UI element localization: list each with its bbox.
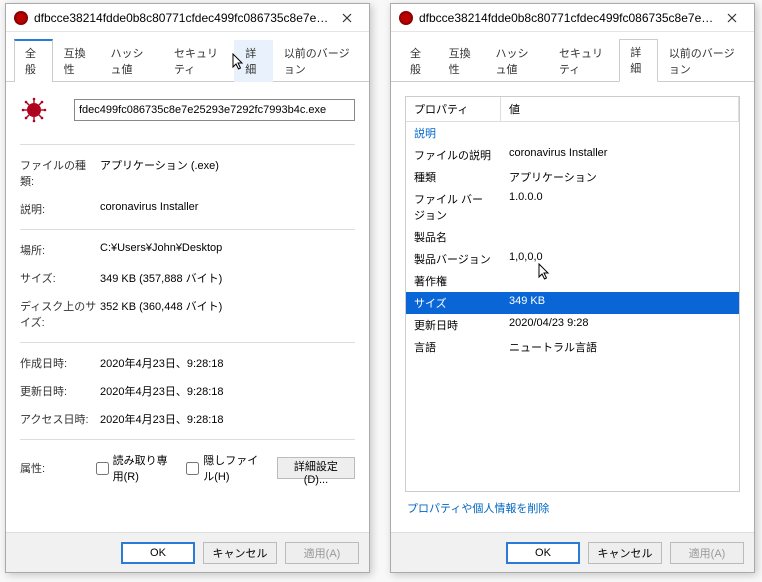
tab-general[interactable]: 全般 (14, 39, 53, 82)
value-desc: coronavirus Installer (100, 201, 355, 217)
label-created: 作成日時: (20, 355, 100, 371)
close-icon (727, 13, 737, 23)
value-created: 2020年4月23日、9:28:18 (100, 355, 355, 371)
tab-compat[interactable]: 互換性 (53, 40, 100, 82)
details-body: プロパティ 値 説明 ファイルの説明coronavirus Installer … (391, 82, 754, 532)
ok-button[interactable]: OK (121, 542, 195, 564)
row-copyright[interactable]: 著作権 (406, 270, 739, 292)
filename-input[interactable] (74, 99, 355, 121)
properties-dialog-general: dfbcce38214fdde0b8c80771cfdec499fc086735… (5, 3, 370, 573)
tab-bar: 全般 互換性 ハッシュ値 セキュリティ 詳細 以前のバージョン (6, 32, 369, 82)
properties-dialog-details: dfbcce38214fdde0b8c80771cfdec499fc086735… (390, 3, 755, 573)
close-button[interactable] (329, 6, 365, 30)
value-modified: 2020年4月23日、9:28:18 (100, 383, 355, 399)
tab-details[interactable]: 詳細 (234, 40, 273, 82)
value-size: 349 KB (357,888 バイト) (100, 270, 355, 286)
tab-general[interactable]: 全般 (399, 40, 438, 82)
apply-button[interactable]: 適用(A) (670, 542, 744, 564)
tab-hash[interactable]: ハッシュ値 (99, 40, 162, 82)
ok-button[interactable]: OK (506, 542, 580, 564)
apply-button[interactable]: 適用(A) (285, 542, 359, 564)
close-icon (342, 13, 352, 23)
tab-details[interactable]: 詳細 (619, 39, 658, 82)
tab-compat[interactable]: 互換性 (438, 40, 485, 82)
row-product[interactable]: 製品名 (406, 226, 739, 248)
window-title: dfbcce38214fdde0b8c80771cfdec499fc086735… (34, 11, 329, 25)
value-filetype: アプリケーション (.exe) (100, 157, 355, 189)
section-description: 説明 (406, 122, 739, 144)
tab-prev[interactable]: 以前のバージョン (658, 40, 746, 82)
file-type-icon (20, 96, 48, 124)
row-updated[interactable]: 更新日時2020/04/23 9:28 (406, 314, 739, 336)
window-title: dfbcce38214fdde0b8c80771cfdec499fc086735… (419, 11, 714, 25)
cancel-button[interactable]: キャンセル (203, 542, 277, 564)
label-location: 場所: (20, 242, 100, 258)
app-icon (14, 11, 28, 25)
label-desc: 説明: (20, 201, 100, 217)
dialog-footer: OK キャンセル 適用(A) (391, 532, 754, 572)
tab-bar: 全般 互換性 ハッシュ値 セキュリティ 詳細 以前のバージョン (391, 32, 754, 82)
row-lang[interactable]: 言語ニュートラル言語 (406, 336, 739, 358)
tab-hash[interactable]: ハッシュ値 (484, 40, 547, 82)
details-grid[interactable]: プロパティ 値 説明 ファイルの説明coronavirus Installer … (405, 96, 740, 492)
general-body: ファイルの種類:アプリケーション (.exe) 説明:coronavirus I… (6, 82, 369, 532)
advanced-button[interactable]: 詳細設定(D)... (277, 457, 355, 479)
checkbox-readonly-label: 読み取り専用(R) (113, 452, 177, 484)
checkbox-readonly[interactable]: 読み取り専用(R) (96, 452, 177, 484)
dialog-footer: OK キャンセル 適用(A) (6, 532, 369, 572)
label-size: サイズ: (20, 270, 100, 286)
value-location: C:¥Users¥John¥Desktop (100, 242, 355, 258)
grid-header: プロパティ 値 (406, 97, 739, 122)
tab-security[interactable]: セキュリティ (163, 40, 234, 82)
col-property[interactable]: プロパティ (406, 97, 501, 121)
checkbox-hidden[interactable]: 隠しファイル(H) (186, 452, 267, 484)
label-accessed: アクセス日時: (20, 411, 100, 427)
label-sizeondisk: ディスク上のサイズ: (20, 298, 100, 330)
row-kind[interactable]: 種類アプリケーション (406, 166, 739, 188)
tab-prev[interactable]: 以前のバージョン (273, 40, 361, 82)
app-icon (399, 11, 413, 25)
remove-properties-link[interactable]: プロパティや個人情報を削除 (405, 492, 740, 524)
row-size[interactable]: サイズ349 KB (406, 292, 739, 314)
titlebar: dfbcce38214fdde0b8c80771cfdec499fc086735… (391, 4, 754, 32)
label-modified: 更新日時: (20, 383, 100, 399)
value-accessed: 2020年4月23日、9:28:18 (100, 411, 355, 427)
tab-security[interactable]: セキュリティ (548, 40, 619, 82)
cancel-button[interactable]: キャンセル (588, 542, 662, 564)
virus-icon (21, 97, 47, 123)
row-prodver[interactable]: 製品バージョン1,0,0,0 (406, 248, 739, 270)
label-attrs: 属性: (20, 460, 86, 476)
checkbox-hidden-label: 隠しファイル(H) (203, 452, 267, 484)
row-filever[interactable]: ファイル バージョン1.0.0.0 (406, 188, 739, 226)
row-file-desc[interactable]: ファイルの説明coronavirus Installer (406, 144, 739, 166)
label-filetype: ファイルの種類: (20, 157, 100, 189)
titlebar: dfbcce38214fdde0b8c80771cfdec499fc086735… (6, 4, 369, 32)
value-sizeondisk: 352 KB (360,448 バイト) (100, 298, 355, 330)
close-button[interactable] (714, 6, 750, 30)
col-value[interactable]: 値 (501, 97, 739, 121)
